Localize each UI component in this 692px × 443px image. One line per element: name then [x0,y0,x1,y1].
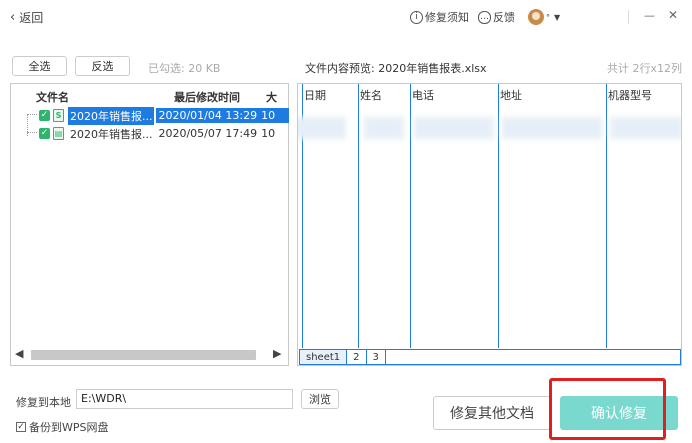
backup-label: 备份到WPS网盘 [29,421,109,434]
blurred-cell [502,117,602,139]
spreadsheet-file-icon: ▤ [53,127,64,140]
checkbox-checked-icon[interactable]: ✓ [16,422,26,432]
header-divider [628,10,629,24]
preview-panel: 日期 姓名 电话 地址 机器型号 sheet1 2 3 [297,83,682,366]
horizontal-scrollbar[interactable]: ◀ ▶ [15,347,285,362]
repair-other-button[interactable]: 修复其他文档 [433,396,551,430]
back-button[interactable]: ‹ 返回 [10,9,43,26]
restore-path-input[interactable]: E:\WDR\ [76,389,293,409]
grid-line [606,84,607,348]
table-row[interactable]: ✓ S 2020年销售报... 2020/01/04 13:29 10 [39,106,289,125]
scroll-left-icon[interactable]: ◀ [15,347,23,360]
preview-grid: 日期 姓名 电话 地址 机器型号 [298,84,681,348]
back-label: 返回 [19,11,44,25]
blurred-cell [364,117,404,139]
status-dot-icon: ° [546,12,550,22]
blurred-cell [610,117,681,139]
preview-title: 文件内容预览: 2020年销售报表.xlsx [305,62,487,75]
info-icon: i [410,10,423,24]
title-bar: ‹ 返回 i 修复须知 … 反馈 ° ▼ — ✕ [0,0,692,34]
invert-selection-button[interactable]: 反选 [75,56,130,76]
feedback-link[interactable]: … 反馈 [478,9,515,25]
blurred-cell [414,117,494,139]
table-row[interactable]: ✓ ▤ 2020年销售报... 2020/05/07 17:49 10 [39,125,289,142]
tree-line [27,132,37,133]
tree-line [27,114,37,115]
blurred-cell [298,117,346,139]
close-button[interactable]: ✕ [668,7,678,23]
grid-line [358,84,359,348]
chevron-down-icon: ▼ [554,12,561,22]
preview-col-address: 地址 [500,89,522,102]
file-modified-time: 2020/01/04 13:29 [156,108,260,123]
user-menu[interactable]: ° ▼ [528,9,560,25]
preview-col-date: 日期 [304,89,326,102]
col-filename: 文件名 [36,91,69,104]
close-icon: ✕ [668,8,679,22]
sheet-tab[interactable]: sheet1 [300,350,348,364]
sheet-tab[interactable]: 3 [367,350,386,364]
file-name: 2020年销售报... [68,106,155,125]
chat-bubble-icon: … [478,10,491,24]
help-label: 修复须知 [425,11,469,24]
checkbox-checked-icon[interactable]: ✓ [39,128,50,139]
spreadsheet-file-icon: S [53,109,64,122]
backup-option[interactable]: ✓ 备份到WPS网盘 [16,419,109,435]
file-modified-time: 2020/05/07 17:49 [158,127,258,140]
minimize-icon: — [644,9,655,22]
minimize-button[interactable]: — [644,7,655,23]
grid-line [498,84,499,348]
scrollbar-thumb[interactable] [31,350,256,360]
browse-button[interactable]: 浏览 [301,389,339,409]
sheet-tab[interactable]: 2 [347,350,367,364]
confirm-repair-button[interactable]: 确认修复 [560,396,678,430]
file-list-panel: 文件名 最后修改时间 大 ✓ S 2020年销售报... 2020/01/04 … [10,83,289,366]
checked-size-info: 已勾选: 20 KB [148,62,221,75]
chevron-left-icon: ‹ [10,10,16,25]
preview-col-phone: 电话 [412,89,434,102]
help-link[interactable]: i 修复须知 [410,9,469,25]
scroll-right-icon[interactable]: ▶ [273,347,281,360]
file-size: 10 [261,127,276,140]
total-info: 共计 2行x12列 [607,62,683,75]
col-modified: 最后修改时间 [174,91,240,104]
preview-col-name: 姓名 [360,89,382,102]
grid-line [410,84,411,348]
select-all-button[interactable]: 全选 [12,56,67,76]
col-size: 大 [266,91,277,104]
sheet-tabs: sheet1 2 3 [299,349,681,365]
feedback-label: 反馈 [493,11,515,24]
file-name: 2020年销售报... [70,127,153,141]
file-size: 10 [259,108,289,123]
checkbox-checked-icon[interactable]: ✓ [39,110,50,121]
avatar [528,9,544,25]
restore-location-label: 修复到本地 [16,396,71,409]
preview-col-model: 机器型号 [608,89,652,102]
